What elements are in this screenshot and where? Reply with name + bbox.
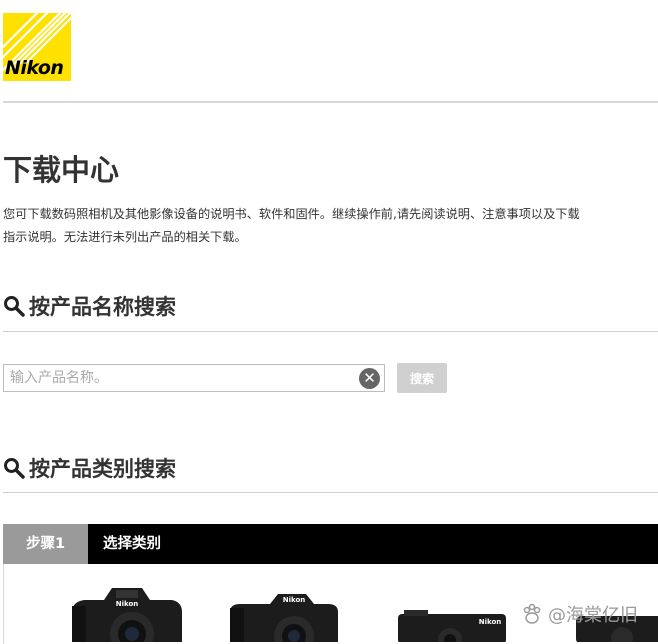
search-button[interactable]: 搜索 [397, 363, 447, 393]
header-divider [3, 101, 658, 103]
compact-camera-icon[interactable]: Nikon [394, 610, 509, 642]
search-by-category-label: 按产品类别搜索 [29, 457, 176, 481]
search-icon [4, 296, 25, 317]
section-divider [3, 492, 658, 493]
page-title: 下载中心 [3, 153, 120, 187]
camera-brand-label: Nikon [116, 600, 139, 608]
intro-text: 您可下载数码照相机及其他影像设备的说明书、软件和固件。继续操作前,请先阅读说明、… [3, 203, 658, 249]
paw-icon [523, 603, 541, 624]
clear-input-icon[interactable]: ✕ [359, 368, 380, 389]
intro-line-2: 指示说明。无法进行未列出产品的相关下载。 [3, 230, 247, 244]
section-divider [3, 331, 658, 332]
dslr-camera-icon[interactable]: Nikon [64, 582, 189, 642]
step-tag: 步骤1 [3, 524, 88, 564]
mirrorless-camera-icon[interactable]: Nikon [224, 590, 344, 642]
step-label: 选择类别 [103, 536, 161, 552]
camera-brand-label: Nikon [479, 618, 502, 626]
intro-line-1: 您可下载数码照相机及其他影像设备的说明书、软件和固件。继续操作前,请先阅读说明、… [3, 207, 580, 221]
product-name-search-box: ✕ [3, 364, 385, 392]
logo-wordmark: Nikon [5, 57, 64, 79]
watermark-text: @海棠亿旧 [548, 605, 638, 626]
product-name-input[interactable] [4, 365, 356, 391]
search-by-category-heading: 按产品类别搜索 [3, 453, 176, 483]
nikon-logo[interactable]: Nikon [3, 13, 71, 81]
watermark: @海棠亿旧 [520, 601, 638, 627]
search-icon [4, 458, 25, 479]
search-by-name-heading: 按产品名称搜索 [3, 291, 176, 321]
category-step-bar: 步骤1 选择类别 [3, 524, 658, 564]
search-by-name-label: 按产品名称搜索 [29, 295, 176, 319]
camera-brand-label: Nikon [283, 596, 306, 604]
